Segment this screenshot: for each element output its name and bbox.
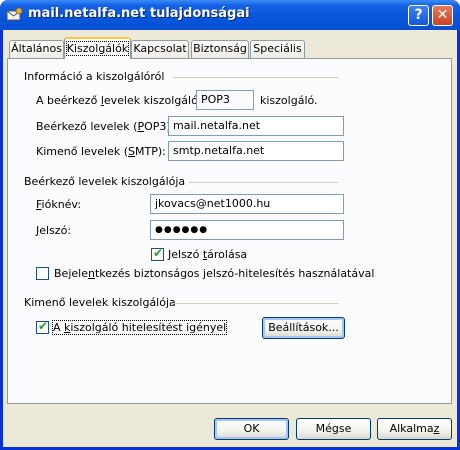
properties-dialog: mail.netalfa.net tulajdonságai ? ✕ Által… [0, 0, 460, 450]
smtp-server-input[interactable]: smtp.netalfa.net [168, 141, 344, 161]
smtp-label: Kimenő levelek (SMTP): [36, 145, 166, 158]
tab-kapcsolat[interactable]: Kapcsolat [131, 40, 189, 58]
spa-label[interactable]: Bejelentkezés biztonságos jelszó-hiteles… [54, 267, 374, 280]
group-divider [173, 77, 338, 78]
mail-account-icon [6, 7, 23, 21]
server-info-heading: Információ a kiszolgálóról [24, 70, 165, 83]
account-name-input[interactable]: jkovacs@net1000.hu [150, 194, 344, 214]
smtp-auth-label[interactable]: A kiszolgáló hitelesítést igényel [51, 320, 228, 335]
apply-button[interactable]: Alkalmaz [377, 418, 452, 440]
tab-biztonsag[interactable]: Biztonság [191, 40, 249, 58]
outgoing-server-heading: Kimenő levelek kiszolgálója [24, 296, 176, 309]
settings-button[interactable]: Beállítások... [262, 317, 345, 339]
tab-kiszolgalok[interactable]: Kiszolgálók [64, 37, 131, 59]
incoming-type-suffix: kiszolgáló. [260, 94, 318, 107]
pop3-label: Beérkező levelek (POP3): [36, 120, 175, 133]
tab-label: Speciális [253, 42, 302, 55]
group-divider [172, 303, 338, 304]
tab-label: Kapcsolat [133, 42, 187, 55]
title-bar[interactable]: mail.netalfa.net tulajdonságai ? ✕ [0, 0, 460, 30]
smtp-auth-checkbox[interactable]: ✔ [36, 319, 49, 334]
group-divider [189, 182, 338, 183]
remember-password-label[interactable]: Jelszó tárolása [168, 248, 247, 261]
help-button[interactable]: ? [408, 5, 429, 26]
tab-label: Általános [11, 42, 62, 55]
tab-label: Biztonság [193, 42, 247, 55]
checkmark-icon: ✔ [38, 319, 49, 333]
tab-label: Kiszolgálók [65, 41, 130, 56]
cancel-button[interactable]: Mégse [296, 418, 371, 440]
password-input[interactable]: ●●●●●● [150, 220, 344, 240]
tab-altalanos[interactable]: Általános [9, 40, 64, 58]
incoming-server-heading: Beérkező levelek kiszolgálója [24, 175, 186, 188]
account-name-label: Fióknév: [36, 198, 82, 211]
tab-specialis[interactable]: Speciális [250, 40, 305, 58]
remember-password-checkbox[interactable]: ✔ [151, 246, 164, 261]
incoming-type-field: POP3 [196, 90, 254, 110]
checkmark-icon: ✔ [153, 246, 164, 260]
incoming-type-label: A beérkező levelek kiszolgálója [36, 94, 208, 107]
window-title: mail.netalfa.net tulajdonságai [28, 6, 250, 21]
pop3-server-input[interactable]: mail.netalfa.net [168, 116, 344, 136]
ok-button[interactable]: OK [214, 418, 289, 440]
password-label: Jelszó: [36, 224, 72, 237]
close-button[interactable]: ✕ [432, 5, 453, 26]
help-icon: ? [414, 7, 423, 23]
tab-panel-kiszolgalok: Információ a kiszolgálóról A beérkező le… [7, 58, 452, 404]
close-icon: ✕ [436, 7, 449, 23]
spa-checkbox[interactable] [36, 267, 49, 280]
